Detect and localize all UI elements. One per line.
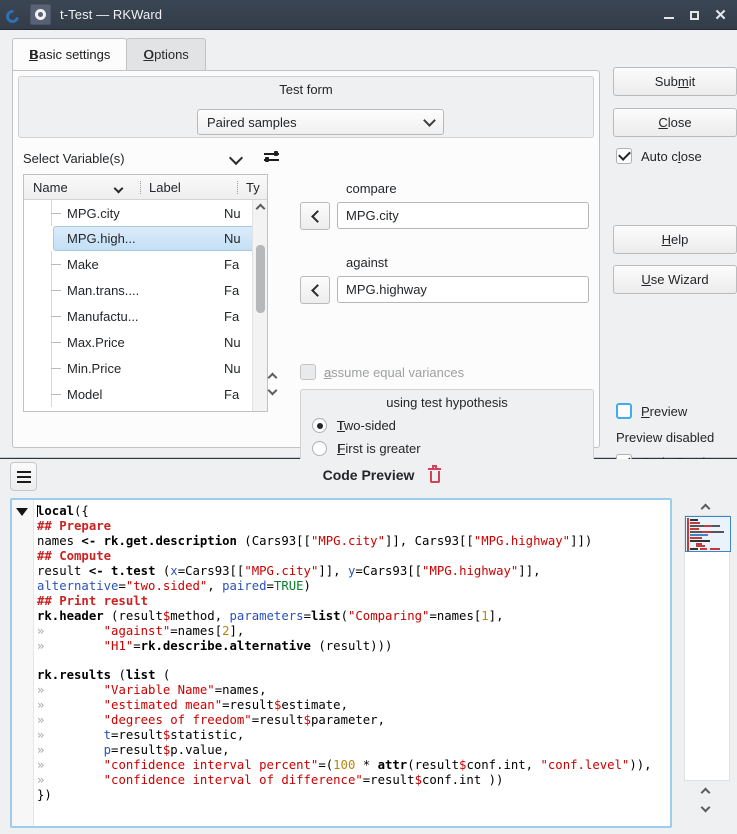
radio-two-sided-indicator (312, 418, 327, 433)
hypothesis-title: using test hypothesis (386, 395, 508, 410)
variable-tree-scrollbar[interactable] (252, 200, 267, 411)
table-row[interactable]: Manufactu... Fa (24, 303, 267, 329)
document-icon (30, 4, 51, 25)
against-label: against (346, 255, 388, 270)
assume-equal-variances-label: aassume equal variances (323, 364, 465, 380)
window-controls: ✕ (656, 0, 733, 30)
test-form-select[interactable]: Paired samples (197, 109, 444, 135)
select-variables-label: Select Variable(s) (23, 150, 125, 166)
table-row[interactable]: Max.Price Nu (24, 329, 267, 355)
chevron-down-icon[interactable] (228, 150, 244, 166)
table-row[interactable]: MPG.city Nu (24, 200, 267, 226)
column-header-type[interactable]: Ty (238, 180, 260, 195)
against-add-button[interactable] (300, 276, 330, 304)
maximize-icon[interactable] (682, 4, 707, 26)
compare-field-value: MPG.city (346, 208, 399, 223)
preview-checkbox[interactable] (616, 403, 632, 419)
scroll-up-icon[interactable] (698, 500, 712, 514)
tab-basic-settings-label: Basic settings (30, 47, 111, 62)
table-row[interactable]: Make Fa (24, 251, 267, 277)
scroll-down-icon[interactable] (698, 802, 712, 816)
code-preview-text[interactable]: local({ ## Prepare names <- rk.get.descr… (34, 500, 670, 826)
dialog-button-column: Submit Close Auto close Help Use Wizard … (608, 60, 737, 470)
scrollbar-thumb[interactable] (256, 245, 265, 313)
compare-label: compare (346, 181, 397, 196)
preview-row[interactable]: Preview (616, 403, 687, 419)
radio-first-is-greater-label: FFirst is greater (337, 441, 421, 456)
window-titlebar: t-Test — RKWard ✕ (0, 0, 737, 30)
code-minimap[interactable] (684, 515, 731, 781)
auto-close-label: Auto close (641, 148, 702, 164)
code-preview-gutter[interactable] (12, 500, 34, 826)
tab-content-basic-settings: Test form Paired samples Select Variable… (12, 70, 600, 523)
compare-add-button[interactable] (300, 202, 330, 230)
preview-status: Preview disabled (616, 430, 715, 445)
code-preview-title: Code Preview (322, 467, 415, 483)
tab-options[interactable]: O Options (126, 38, 206, 70)
column-header-label[interactable]: Label (141, 180, 237, 195)
code-minimap-viewport[interactable] (685, 516, 731, 552)
test-form-groupbox: Test form Paired samples (18, 76, 594, 138)
close-icon[interactable]: ✕ (708, 4, 733, 26)
scroll-up-small-icon[interactable] (698, 784, 712, 798)
trash-icon[interactable] (428, 465, 441, 484)
tab-options-label: Options (144, 47, 189, 62)
radio-two-sided-label: TTwo-sided (336, 418, 396, 433)
column-header-name[interactable]: Name (24, 180, 140, 195)
code-preview-editor[interactable]: local({ ## Prepare names <- rk.get.descr… (10, 498, 672, 828)
dialog-body: B Basic settings O Options Test form Paire… (0, 30, 737, 523)
sort-chevron-down-icon (113, 183, 124, 193)
auto-close-checkbox[interactable] (616, 148, 632, 164)
assume-equal-variances-checkbox (300, 364, 316, 380)
assume-equal-variances-row: aassume equal variances (300, 364, 464, 380)
use-wizard-button[interactable]: Use Wizard (613, 265, 737, 294)
test-form-title: Test form (279, 82, 333, 97)
help-button[interactable]: Help (613, 225, 737, 254)
variable-panel-scroll-arrows[interactable] (267, 243, 284, 493)
variable-tree-rows: MPG.city Nu MPG.high... Nu Make Fa Man.t… (24, 200, 267, 412)
against-field[interactable]: MPG.highway (337, 276, 589, 303)
compare-field[interactable]: MPG.city (337, 202, 589, 229)
tab-bar: B Basic settings O Options (12, 38, 206, 70)
auto-close-row[interactable]: Auto close (616, 148, 702, 164)
radio-two-sided[interactable]: TTwo-sided (312, 418, 593, 433)
close-button[interactable]: Close (613, 108, 737, 137)
code-preview-scroll-column[interactable] (676, 498, 737, 828)
scroll-down-icon[interactable] (267, 385, 278, 399)
test-form-select-value: Paired samples (207, 114, 297, 130)
chevron-down-icon (423, 114, 436, 127)
preview-label: Preview (641, 403, 688, 419)
code-preview-header: Code Preview (0, 459, 737, 495)
variable-tree[interactable]: Name Label Ty MPG.city Nu MPG.high... Nu… (23, 174, 268, 412)
table-row[interactable]: MPG.high... Nu (53, 226, 265, 251)
table-row[interactable]: Man.trans.... Fa (24, 277, 267, 303)
table-row[interactable]: Min.Price Nu (24, 355, 267, 381)
rkward-icon (3, 5, 25, 26)
scroll-up-icon[interactable] (267, 369, 278, 383)
submit-button[interactable]: Submit (613, 67, 737, 96)
filter-settings-icon[interactable] (264, 151, 281, 166)
fold-triangle-icon[interactable] (16, 508, 28, 516)
against-field-value: MPG.highway (346, 282, 427, 297)
select-variables-header: Select Variable(s) (13, 147, 293, 169)
table-row[interactable]: Model Fa (24, 381, 267, 407)
minimize-icon[interactable] (656, 4, 681, 26)
tab-basic-settings[interactable]: B Basic settings (12, 38, 128, 70)
scroll-up-icon[interactable] (253, 200, 267, 214)
code-preview-panel: Code Preview local({ ## Prepare names <-… (0, 459, 737, 834)
radio-first-is-greater[interactable]: FFirst is greater (312, 441, 593, 456)
radio-first-is-greater-indicator (312, 441, 327, 456)
window-title: t-Test — RKWard (60, 7, 163, 22)
variable-tree-header: Name Label Ty (24, 175, 267, 200)
